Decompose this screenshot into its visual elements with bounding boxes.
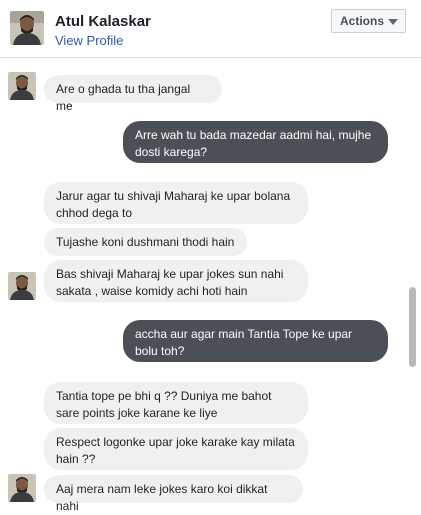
caret-down-icon [388, 19, 398, 25]
scrollbar[interactable] [409, 59, 417, 513]
message-bubble[interactable]: Respect logonke upar joke karake kay mil… [44, 428, 308, 470]
contact-name: Atul Kalaskar [55, 13, 151, 30]
message-bubble[interactable]: Tujashe koni dushmani thodi hain [44, 228, 247, 256]
profile-avatar[interactable] [10, 11, 44, 45]
message-bubble[interactable]: Jarur agar tu shivaji Maharaj ke upar bo… [44, 182, 308, 224]
actions-button[interactable]: Actions [331, 9, 406, 33]
message-bubble[interactable]: Are o ghada tu tha jangal me [44, 75, 222, 113]
actions-label: Actions [340, 14, 385, 28]
sender-avatar[interactable] [8, 272, 36, 300]
sender-avatar[interactable] [8, 474, 36, 502]
chat-header: Atul Kalaskar View Profile Actions [0, 0, 421, 58]
message-bubble[interactable]: Arre wah tu bada mazedar aadmi hai, mujh… [123, 121, 388, 163]
sender-avatar[interactable] [8, 72, 36, 100]
message-bubble[interactable]: Tantia tope pe bhi q ?? Duniya me bahot … [44, 382, 308, 424]
message-bubble[interactable]: Bas shivaji Maharaj ke upar jokes sun na… [44, 260, 308, 302]
message-bubble[interactable]: Aaj mera nam leke jokes karo koi dikkat … [44, 475, 303, 513]
message-bubble[interactable]: accha aur agar main Tantia Tope ke upar … [123, 320, 388, 362]
scrollbar-thumb[interactable] [409, 287, 416, 367]
view-profile-link[interactable]: View Profile [55, 33, 123, 48]
